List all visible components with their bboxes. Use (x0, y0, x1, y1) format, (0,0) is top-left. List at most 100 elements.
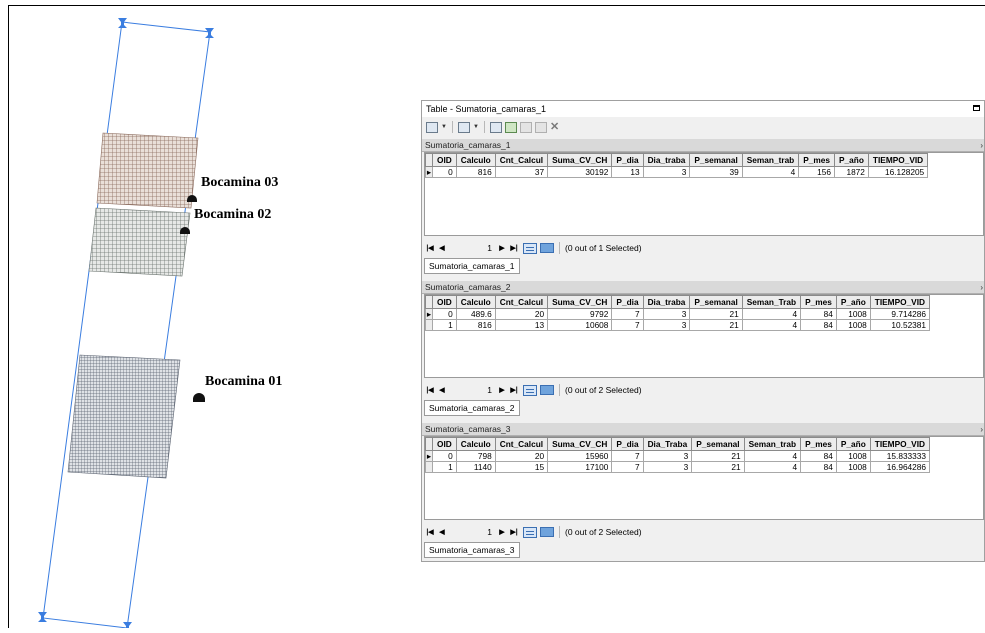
column-header[interactable]: P_semanal (689, 295, 743, 309)
table-cell[interactable]: 21 (691, 450, 745, 462)
last-record-button[interactable]: ▶| (508, 528, 520, 536)
table-cell[interactable]: 1 (432, 319, 457, 331)
table-cell[interactable]: 489.6 (455, 308, 496, 320)
first-record-button[interactable]: |◀ (424, 386, 436, 394)
row-selector[interactable] (425, 319, 433, 331)
row-pointer-icon[interactable]: ▸ (425, 308, 433, 320)
row-pointer-icon[interactable]: ▸ (425, 450, 433, 462)
table-cell[interactable]: 816 (455, 166, 496, 178)
first-record-button[interactable]: |◀ (424, 528, 436, 536)
show-all-records-icon[interactable] (523, 242, 537, 254)
table-cell[interactable]: 84 (800, 461, 837, 473)
table-cell[interactable]: 10608 (547, 319, 613, 331)
column-header[interactable]: P_año (835, 295, 871, 309)
table-cell[interactable]: 9.714286 (869, 308, 931, 320)
table-cell[interactable]: 1008 (835, 308, 871, 320)
column-header[interactable]: Cnt_Calcul (494, 437, 549, 451)
map-view[interactable]: Bocamina 03 Bocamina 02 Bocamina 01 (0, 0, 410, 629)
table-cell[interactable]: 20 (494, 450, 549, 462)
clear-selection-icon[interactable] (520, 121, 532, 133)
table-row[interactable]: ▸ 0 816 37 30192 13 3 39 4 156 1872 16.1… (425, 166, 929, 178)
table-row[interactable]: 1 1140 15 17100 7 3 21 4 84 1008 16.9642… (425, 461, 931, 473)
first-record-button[interactable]: |◀ (424, 244, 436, 252)
column-header[interactable]: Calculo (455, 153, 496, 167)
table-cell[interactable]: 3 (642, 450, 693, 462)
table-cell[interactable]: 37 (494, 166, 549, 178)
chevron-right-icon[interactable]: › (980, 283, 983, 292)
attribute-grid[interactable]: OID Calculo Cnt_Calcul Suma_CV_CH P_dia … (424, 436, 984, 520)
attribute-grid[interactable]: OID Calculo Cnt_Calcul Suma_CV_CH P_dia … (424, 294, 984, 378)
column-header[interactable]: TIEMPO_VID (869, 437, 931, 451)
table-cell[interactable]: 21 (689, 319, 743, 331)
table-cell[interactable]: 0 (432, 450, 457, 462)
column-header[interactable]: P_mes (800, 437, 837, 451)
table-cell[interactable]: 13 (611, 166, 644, 178)
table-cell[interactable]: 4 (741, 319, 802, 331)
table-cell[interactable]: 9792 (547, 308, 613, 320)
table-cell[interactable]: 16.964286 (869, 461, 931, 473)
select-by-attributes-icon[interactable] (490, 121, 502, 133)
column-header[interactable]: Calculo (455, 437, 496, 451)
column-header[interactable]: Cnt_Calcul (494, 153, 549, 167)
table-cell[interactable]: 15 (494, 461, 549, 473)
table-cell[interactable]: 1140 (455, 461, 496, 473)
table-cell[interactable]: 17100 (547, 461, 613, 473)
next-record-button[interactable]: ▶ (496, 244, 508, 252)
table-cell[interactable]: 16.128205 (867, 166, 929, 178)
maximize-icon[interactable] (973, 105, 980, 111)
chevron-down-icon[interactable]: ▼ (441, 122, 447, 133)
chevron-down-icon[interactable]: ▼ (473, 122, 479, 133)
table-cell[interactable]: 1008 (835, 450, 871, 462)
column-header[interactable]: TIEMPO_VID (869, 295, 931, 309)
column-header[interactable]: Suma_CV_CH (547, 295, 613, 309)
current-record-field[interactable]: 1 (448, 243, 496, 253)
table-cell[interactable]: 15960 (547, 450, 613, 462)
table-cell[interactable]: 10.52381 (869, 319, 931, 331)
table-cell[interactable]: 13 (494, 319, 549, 331)
switch-selection-icon[interactable] (505, 121, 517, 133)
column-header[interactable]: OID (432, 437, 457, 451)
table-cell[interactable]: 7 (611, 319, 644, 331)
attribute-grid[interactable]: OID Calculo Cnt_Calcul Suma_CV_CH P_dia … (424, 152, 984, 236)
table-cell[interactable]: 3 (642, 461, 693, 473)
table-cell[interactable]: 15.833333 (869, 450, 931, 462)
last-record-button[interactable]: ▶| (508, 244, 520, 252)
table-cell[interactable]: 3 (642, 166, 691, 178)
delete-selected-icon[interactable]: ✕ (550, 121, 559, 133)
column-header[interactable]: OID (432, 295, 457, 309)
column-header[interactable]: Calculo (455, 295, 496, 309)
column-header[interactable]: P_dia (611, 437, 644, 451)
column-header[interactable]: P_año (834, 153, 869, 167)
table-cell[interactable]: 84 (800, 450, 837, 462)
table-cell[interactable]: 4 (743, 450, 802, 462)
column-header[interactable]: P_semanal (691, 437, 745, 451)
row-selector-header[interactable] (425, 295, 433, 309)
current-record-field[interactable]: 1 (448, 527, 496, 537)
column-header[interactable]: Suma_CV_CH (547, 437, 613, 451)
column-header[interactable]: Dia_traba (642, 295, 691, 309)
table-cell[interactable]: 3 (642, 319, 691, 331)
table-cell[interactable]: 84 (800, 308, 837, 320)
table-cell[interactable]: 156 (798, 166, 836, 178)
column-header[interactable]: OID (432, 153, 457, 167)
row-selector-header[interactable] (425, 153, 433, 167)
column-header[interactable]: Seman_trab (743, 437, 802, 451)
table-cell[interactable]: 84 (800, 319, 837, 331)
table-tab[interactable]: Sumatoria_camaras_2 (424, 400, 520, 416)
table-cell[interactable]: 30192 (547, 166, 613, 178)
table-cell[interactable]: 4 (741, 308, 802, 320)
column-header[interactable]: P_dia (611, 153, 644, 167)
table-tab[interactable]: Sumatoria_camaras_1 (424, 258, 520, 274)
column-header[interactable]: P_dia (611, 295, 644, 309)
zoom-to-selected-icon[interactable] (535, 121, 547, 133)
table-row[interactable]: 1 816 13 10608 7 3 21 4 84 1008 10.52381 (425, 319, 931, 331)
next-record-button[interactable]: ▶ (496, 386, 508, 394)
table-cell[interactable]: 4 (743, 461, 802, 473)
column-header[interactable]: Suma_CV_CH (547, 153, 613, 167)
previous-record-button[interactable]: ◀ (436, 386, 448, 394)
table-cell[interactable]: 7 (611, 450, 644, 462)
previous-record-button[interactable]: ◀ (436, 244, 448, 252)
previous-record-button[interactable]: ◀ (436, 528, 448, 536)
column-header[interactable]: Cnt_Calcul (494, 295, 549, 309)
column-header[interactable]: P_mes (798, 153, 836, 167)
